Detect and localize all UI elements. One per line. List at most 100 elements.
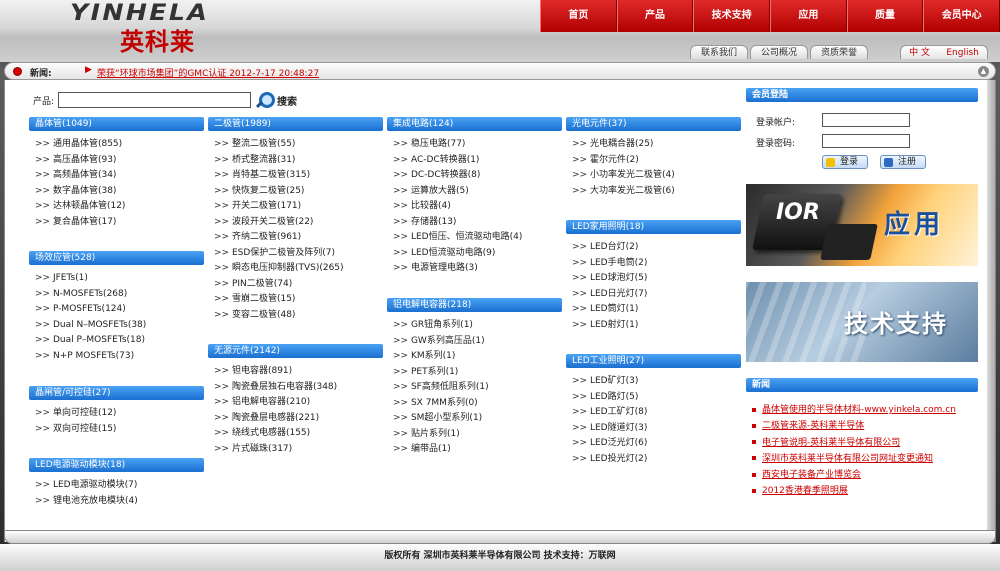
category-item[interactable]: 锂电池充放电模块(4): [35, 494, 204, 510]
category-item[interactable]: 整流二极管(55): [214, 137, 383, 153]
category-item[interactable]: 达林顿晶体管(12): [35, 199, 204, 215]
account-input[interactable]: [822, 113, 910, 127]
category-item[interactable]: N+P MOSFETs(73): [35, 349, 204, 365]
category-item[interactable]: SF高频低阻系列(1): [393, 380, 562, 396]
category-title[interactable]: 无源元件(2142): [208, 344, 383, 358]
category-item[interactable]: 桥式整流器(31): [214, 153, 383, 169]
category-title[interactable]: 铝电解电容器(218): [387, 298, 562, 312]
category-item[interactable]: P-MOSFETs(124): [35, 302, 204, 318]
category-item[interactable]: 绕线式电感器(155): [214, 426, 383, 442]
category-item[interactable]: LED恒压、恒流驱动电路(4): [393, 230, 562, 246]
category-item[interactable]: LED手电筒(2): [572, 256, 741, 272]
news-link[interactable]: 西安电子装备产业博览会: [762, 470, 861, 480]
category-title[interactable]: LED工业照明(27): [566, 354, 741, 368]
login-button[interactable]: 登录: [822, 155, 868, 169]
category-item[interactable]: 肖特基二极管(315): [214, 168, 383, 184]
news-link[interactable]: 二极管来源-英科莱半导体: [762, 421, 864, 431]
nav-member-center[interactable]: 会员中心: [923, 0, 1000, 32]
news-link[interactable]: 晶体管使用的半导体材料-www.yinkela.com.cn: [762, 405, 956, 415]
category-item[interactable]: 大功率发光二极管(6): [572, 184, 741, 200]
category-item[interactable]: 高压晶体管(93): [35, 153, 204, 169]
category-item[interactable]: SM超小型系列(1): [393, 411, 562, 427]
category-item[interactable]: PIN二极管(74): [214, 277, 383, 293]
category-item[interactable]: 快恢复二极管(25): [214, 184, 383, 200]
category-item[interactable]: AC-DC转换器(1): [393, 153, 562, 169]
category-item[interactable]: 齐纳二极管(961): [214, 230, 383, 246]
category-item[interactable]: 小功率发光二极管(4): [572, 168, 741, 184]
lang-chinese[interactable]: 中 文: [909, 46, 930, 59]
category-item[interactable]: 开关二极管(171): [214, 199, 383, 215]
category-item[interactable]: LED筒灯(1): [572, 302, 741, 318]
news-item[interactable]: 2012香港春季照明展: [752, 483, 978, 499]
news-item[interactable]: 西安电子装备产业博览会: [752, 467, 978, 483]
category-item[interactable]: 光电耦合器(25): [572, 137, 741, 153]
register-button[interactable]: 注册: [880, 155, 926, 169]
category-item[interactable]: ESD保护二极管及阵列(7): [214, 246, 383, 262]
category-item[interactable]: SX 7MM系列(0): [393, 396, 562, 412]
news-link[interactable]: 深圳市英科莱半导体有限公司网址变更通知: [762, 454, 933, 464]
category-item[interactable]: LED电源驱动模块(7): [35, 478, 204, 494]
category-item[interactable]: 运算放大器(5): [393, 184, 562, 200]
category-item[interactable]: GR钮角系列(1): [393, 318, 562, 334]
category-item[interactable]: 片式磁珠(317): [214, 442, 383, 458]
category-title[interactable]: 光电元件(37): [566, 117, 741, 131]
category-item[interactable]: 存储器(13): [393, 215, 562, 231]
category-item[interactable]: 雪崩二极管(15): [214, 292, 383, 308]
search-input[interactable]: [58, 92, 252, 108]
category-title[interactable]: 集成电路(124): [387, 117, 562, 131]
category-item[interactable]: 双向可控硅(15): [35, 422, 204, 438]
category-item[interactable]: LED泛光灯(6): [572, 436, 741, 452]
category-item[interactable]: Dual P–MOSFETs(18): [35, 333, 204, 349]
category-item[interactable]: LED恒流驱动电路(9): [393, 246, 562, 262]
category-item[interactable]: 稳压电路(77): [393, 137, 562, 153]
category-item[interactable]: LED投光灯(2): [572, 452, 741, 468]
search-button[interactable]: 搜索: [277, 93, 297, 108]
news-item[interactable]: 深圳市英科莱半导体有限公司网址变更通知: [752, 451, 978, 467]
category-item[interactable]: JFETs(1): [35, 271, 204, 287]
category-item[interactable]: 复合晶体管(17): [35, 215, 204, 231]
category-item[interactable]: 陶瓷叠层独石电容器(348): [214, 380, 383, 396]
category-item[interactable]: 波段开关二极管(22): [214, 215, 383, 231]
category-title[interactable]: LED电源驱动模块(18): [29, 458, 204, 472]
category-item[interactable]: LED路灯(5): [572, 390, 741, 406]
news-item[interactable]: 二极管来源-英科莱半导体: [752, 418, 978, 434]
category-item[interactable]: LED工矿灯(8): [572, 405, 741, 421]
category-item[interactable]: 数字晶体管(38): [35, 184, 204, 200]
news-link[interactable]: 电子管说明-英科莱半导体有限公司: [762, 438, 900, 448]
category-title[interactable]: 二极管(1989): [208, 117, 383, 131]
category-item[interactable]: PET系列(1): [393, 365, 562, 381]
logo-chinese[interactable]: 英科莱: [120, 22, 195, 57]
category-item[interactable]: N-MOSFETs(268): [35, 287, 204, 303]
category-item[interactable]: 变容二极管(48): [214, 308, 383, 324]
news-ticker-link[interactable]: 荣获“环球市场集团”的GMC认证 2012-7-17 20:48:27: [97, 66, 319, 79]
category-item[interactable]: DC-DC转换器(8): [393, 168, 562, 184]
news-link[interactable]: 2012香港春季照明展: [762, 486, 848, 496]
category-item[interactable]: 钽电容器(891): [214, 364, 383, 380]
category-title[interactable]: 场效应管(528): [29, 251, 204, 265]
category-item[interactable]: GW系列高压品(1): [393, 334, 562, 350]
category-item[interactable]: 编带品(1): [393, 442, 562, 458]
ticker-scroll-icon[interactable]: ▲: [978, 66, 989, 77]
subnav-about[interactable]: 公司概况: [750, 45, 809, 59]
category-item[interactable]: 瞬态电压抑制器(TVS)(265): [214, 261, 383, 277]
nav-quality[interactable]: 质量: [846, 0, 924, 32]
category-item[interactable]: 贴片系列(1): [393, 427, 562, 443]
nav-products[interactable]: 产品: [616, 0, 694, 32]
news-item[interactable]: 电子管说明-英科莱半导体有限公司: [752, 435, 978, 451]
password-input[interactable]: [822, 134, 910, 148]
subnav-contact[interactable]: 联系我们: [690, 45, 749, 59]
category-title[interactable]: 晶体管(1049): [29, 117, 204, 131]
category-item[interactable]: 陶瓷叠层电感器(221): [214, 411, 383, 427]
category-item[interactable]: LED球泡灯(5): [572, 271, 741, 287]
tech-support-banner[interactable]: 技术支持: [746, 282, 978, 362]
category-item[interactable]: LED矿灯(3): [572, 374, 741, 390]
category-item[interactable]: LED日光灯(7): [572, 287, 741, 303]
category-item[interactable]: 高频晶体管(34): [35, 168, 204, 184]
category-item[interactable]: LED隧道灯(3): [572, 421, 741, 437]
category-item[interactable]: 通用晶体管(855): [35, 137, 204, 153]
category-item[interactable]: 单向可控硅(12): [35, 406, 204, 422]
category-item[interactable]: LED射灯(1): [572, 318, 741, 334]
category-item[interactable]: 电源管理电路(3): [393, 261, 562, 277]
lang-english[interactable]: English: [946, 46, 979, 59]
category-title[interactable]: 晶闸管/可控硅(27): [29, 386, 204, 400]
